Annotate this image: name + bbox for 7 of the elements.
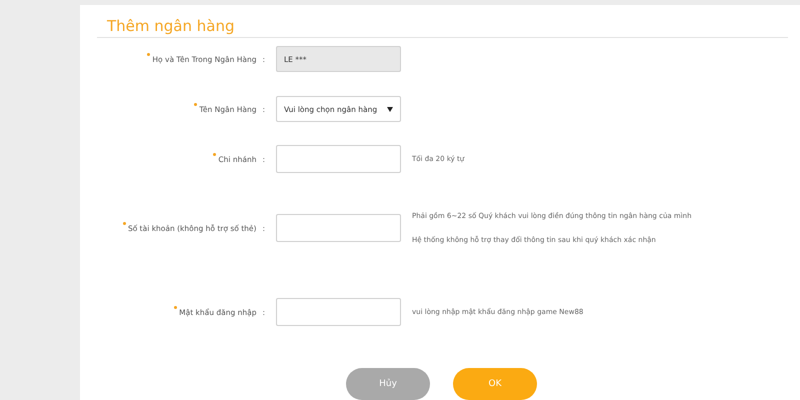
password-field[interactable] [276, 298, 401, 326]
input-field[interactable] [276, 214, 401, 242]
ok-button[interactable]: OK [453, 368, 537, 400]
input-field[interactable] [276, 145, 401, 173]
dialog-title: Thêm ngân hàng [106, 16, 236, 37]
caret-icon [387, 106, 393, 112]
cancel-button[interactable]: Hủy [346, 368, 430, 400]
